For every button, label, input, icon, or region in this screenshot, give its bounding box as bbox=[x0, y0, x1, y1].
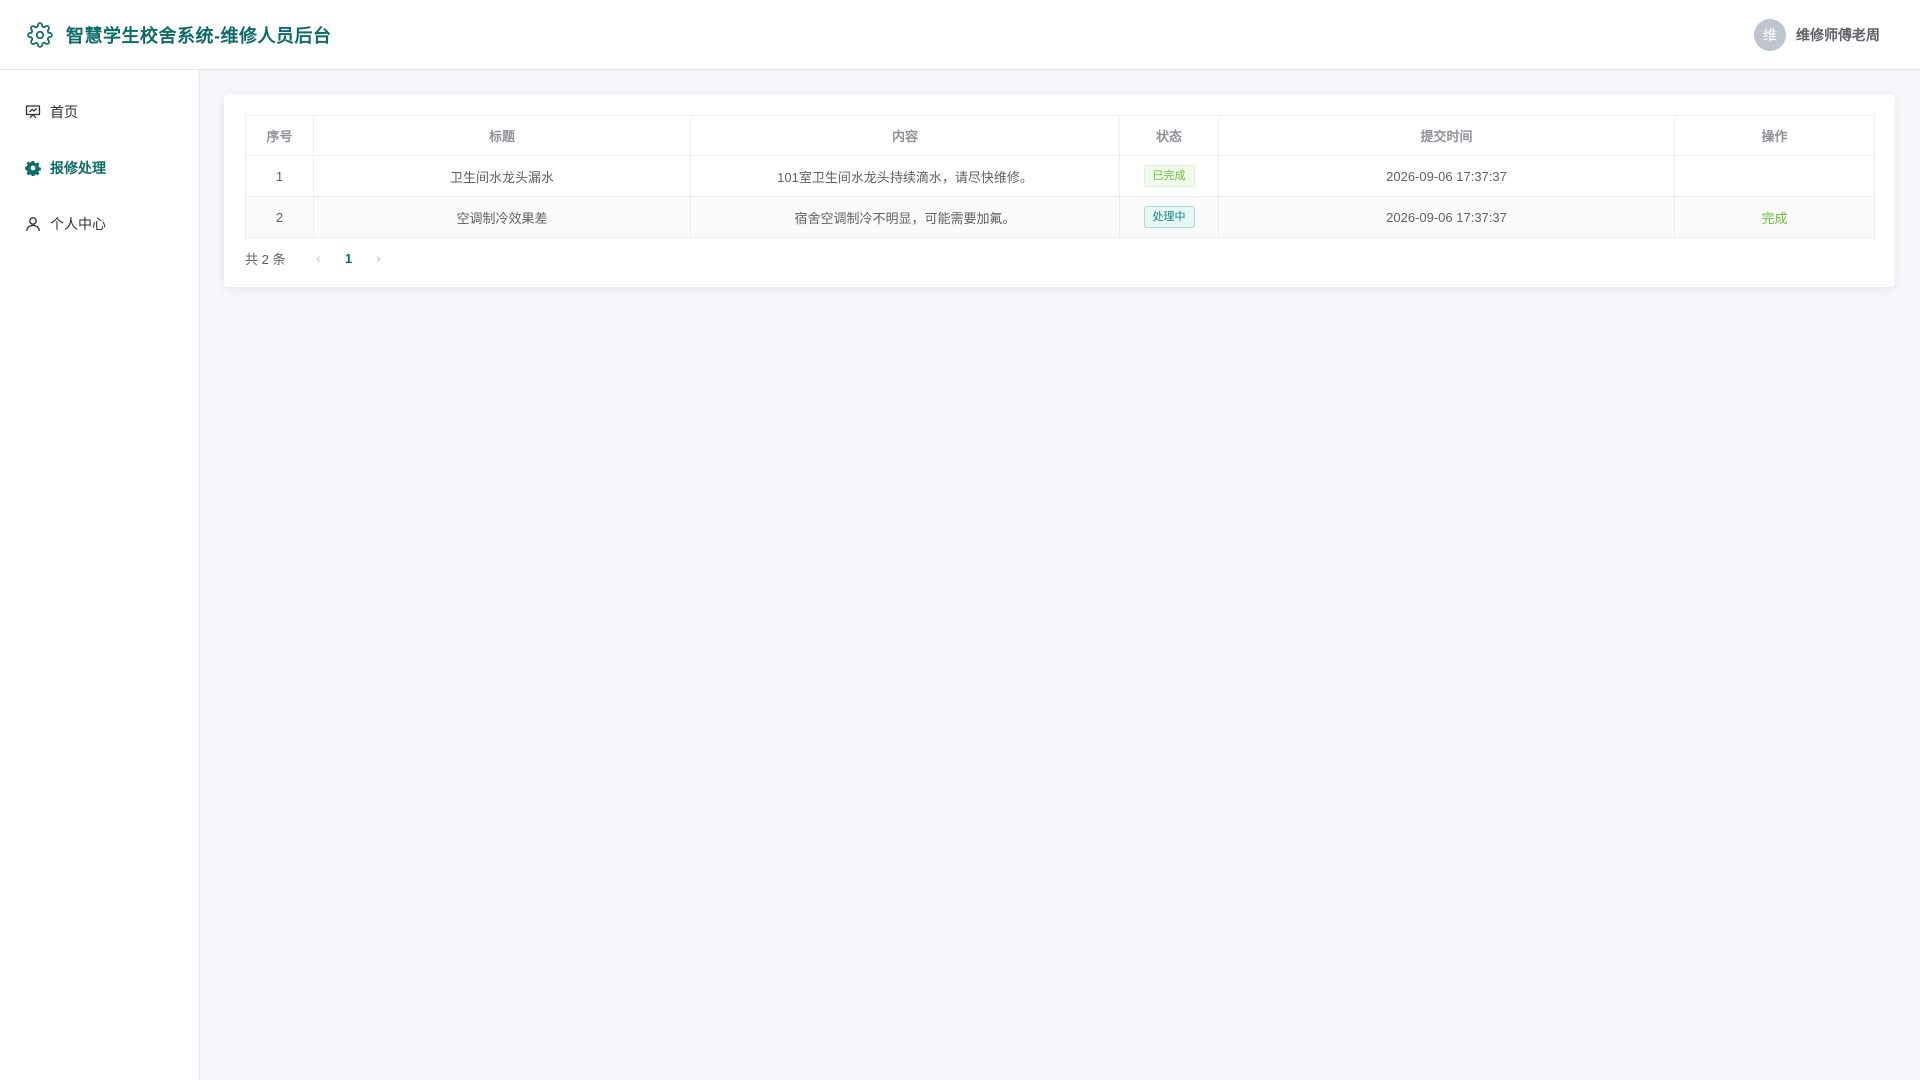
app-title: 智慧学生校舍系统-维修人员后台 bbox=[66, 25, 332, 46]
cell-title: 卫生间水龙头漏水 bbox=[313, 155, 691, 197]
presentation-board-icon bbox=[24, 103, 42, 121]
column-header-content: 内容 bbox=[690, 115, 1120, 156]
cell-status: 已完成 bbox=[1119, 155, 1219, 197]
column-header-time: 提交时间 bbox=[1218, 115, 1675, 156]
column-header-title: 标题 bbox=[313, 115, 691, 156]
table-row: 1 卫生间水龙头漏水 101室卫生间水龙头持续滴水，请尽快维修。 已完成 202… bbox=[245, 155, 1875, 197]
sidebar-item-profile[interactable]: 个人中心 bbox=[0, 196, 199, 252]
cell-index: 2 bbox=[245, 196, 314, 238]
cell-status: 处理中 bbox=[1119, 196, 1219, 238]
cell-index: 1 bbox=[245, 155, 314, 197]
chevron-left-icon[interactable]: ‹ bbox=[303, 250, 333, 266]
user-icon bbox=[24, 215, 42, 233]
main-content: 序号 标题 内容 状态 提交时间 操作 1 卫生间水龙头漏水 101室卫生间水龙… bbox=[200, 70, 1920, 1080]
avatar[interactable]: 维 bbox=[1754, 19, 1786, 51]
top-header: 智慧学生校舍系统-维修人员后台 维 维修师傅老周 bbox=[0, 0, 1920, 70]
status-badge: 处理中 bbox=[1143, 206, 1195, 228]
cell-time: 2026-09-06 17:37:37 bbox=[1218, 196, 1675, 238]
gear-icon bbox=[24, 159, 42, 177]
complete-button[interactable]: 完成 bbox=[1761, 211, 1787, 226]
cell-time: 2026-09-06 17:37:37 bbox=[1218, 155, 1675, 197]
sidebar-item-label: 报修处理 bbox=[50, 160, 106, 176]
page-number-current[interactable]: 1 bbox=[333, 251, 363, 266]
pagination-total: 共 2 条 bbox=[245, 251, 286, 267]
status-badge: 已完成 bbox=[1143, 165, 1195, 187]
cell-action bbox=[1674, 155, 1875, 197]
repair-list-card: 序号 标题 内容 状态 提交时间 操作 1 卫生间水龙头漏水 101室卫生间水龙… bbox=[224, 94, 1895, 287]
sidebar-item-repair[interactable]: 报修处理 bbox=[0, 140, 199, 196]
cell-content: 宿舍空调制冷不明显，可能需要加氟。 bbox=[690, 196, 1120, 238]
sidebar-item-label: 首页 bbox=[50, 104, 78, 120]
pagination: 共 2 条 ‹ 1 › bbox=[245, 241, 1874, 275]
cell-action: 完成 bbox=[1674, 196, 1875, 238]
sidebar-item-home[interactable]: 首页 bbox=[0, 84, 199, 140]
table-row: 2 空调制冷效果差 宿舍空调制冷不明显，可能需要加氟。 处理中 2026-09-… bbox=[245, 196, 1875, 238]
gear-icon bbox=[26, 21, 54, 49]
cell-title: 空调制冷效果差 bbox=[313, 196, 691, 238]
column-header-action: 操作 bbox=[1674, 115, 1875, 156]
column-header-index: 序号 bbox=[245, 115, 314, 156]
sidebar-item-label: 个人中心 bbox=[50, 216, 106, 232]
repair-table: 序号 标题 内容 状态 提交时间 操作 1 卫生间水龙头漏水 101室卫生间水龙… bbox=[245, 115, 1875, 238]
table-header-row: 序号 标题 内容 状态 提交时间 操作 bbox=[245, 115, 1875, 156]
column-header-status: 状态 bbox=[1119, 115, 1219, 156]
user-name[interactable]: 维修师傅老周 bbox=[1796, 25, 1880, 45]
cell-content: 101室卫生间水龙头持续滴水，请尽快维修。 bbox=[690, 155, 1120, 197]
chevron-right-icon[interactable]: › bbox=[363, 250, 393, 266]
sidebar: 首页 报修处理 个人中心 bbox=[0, 70, 200, 1080]
user-menu[interactable]: 维 维修师傅老周 bbox=[1754, 19, 1880, 51]
